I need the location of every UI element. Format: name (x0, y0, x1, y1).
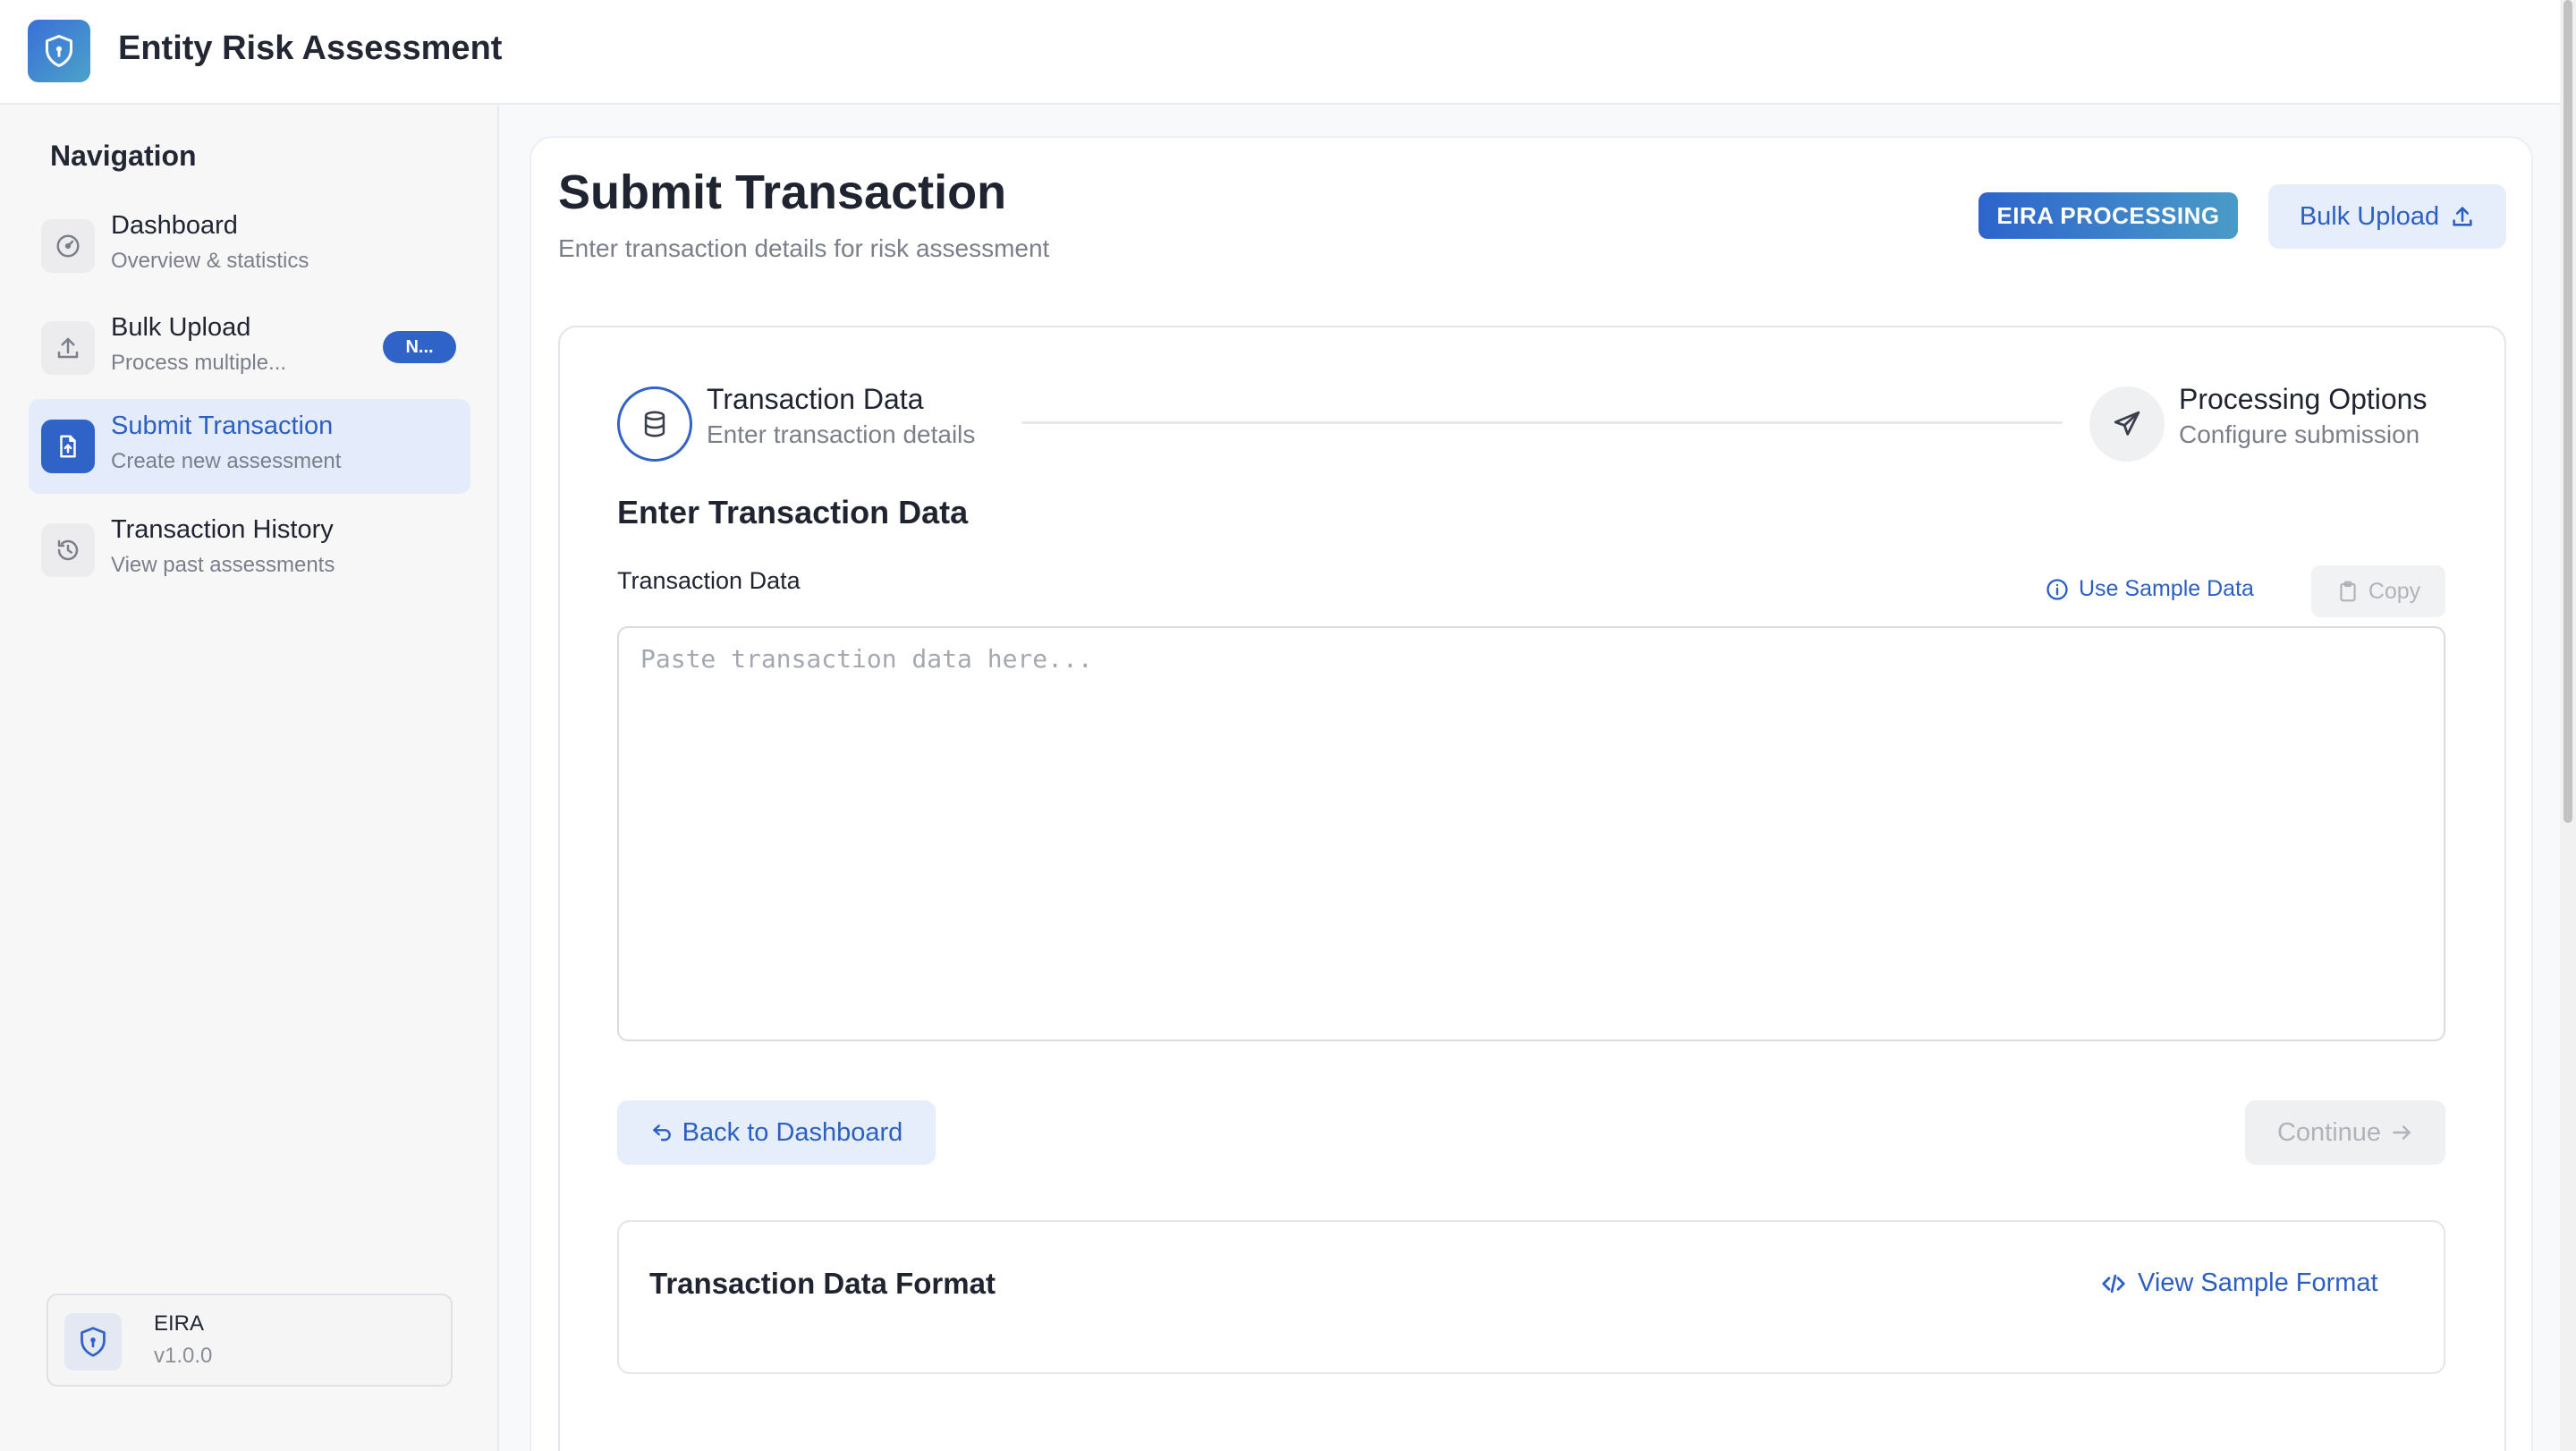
code-icon (2102, 1274, 2125, 1293)
back-to-dashboard-label: Back to Dashboard (682, 1117, 903, 1147)
app-title: Entity Risk Assessment (118, 30, 503, 67)
view-sample-format-link[interactable]: View Sample Format (2100, 1269, 2378, 1298)
sidebar-item-title: Submit Transaction (111, 412, 334, 440)
version-card: EIRA v1.0.0 (47, 1294, 453, 1387)
step-subtitle: Enter transaction details (707, 420, 976, 448)
history-icon (41, 523, 95, 577)
sidebar-item-subtitle: View past assessments (111, 553, 335, 577)
arrow-right-icon (2393, 1125, 2411, 1140)
step-title: Processing Options (2179, 383, 2428, 415)
sidebar-item-bulk-upload[interactable]: Bulk Upload Process multiple... N... (29, 301, 470, 395)
shield-icon[interactable] (28, 20, 90, 82)
sidebar: Navigation Dashboard Overview & statisti… (0, 106, 499, 1451)
notification-badge: N... (383, 331, 456, 363)
send-icon (2089, 386, 2165, 462)
step-title: Transaction Data (707, 383, 924, 415)
version-number: v1.0.0 (154, 1344, 213, 1368)
continue-button[interactable]: Continue (2245, 1100, 2445, 1165)
scrollbar-thumb[interactable] (2563, 0, 2572, 823)
sidebar-heading: Navigation (50, 140, 197, 172)
transaction-data-input[interactable] (617, 626, 2445, 1041)
bulk-upload-button[interactable]: Bulk Upload (2268, 184, 2506, 249)
sidebar-item-title: Transaction History (111, 515, 334, 544)
database-icon (617, 386, 692, 462)
app-header: Entity Risk Assessment (0, 0, 2560, 105)
info-icon (2046, 578, 2068, 600)
sidebar-item-subtitle: Process multiple... (111, 351, 287, 375)
gauge-icon (41, 219, 95, 273)
upload-icon (2453, 207, 2472, 226)
shield-icon (64, 1313, 122, 1370)
sidebar-item-dashboard[interactable]: Dashboard Overview & statistics (29, 199, 470, 293)
sidebar-item-submit-transaction[interactable]: Submit Transaction Create new assessment (29, 399, 470, 494)
sidebar-item-title: Bulk Upload (111, 313, 251, 342)
field-label: Transaction Data (617, 567, 801, 594)
clipboard-icon (2340, 581, 2356, 602)
page-scrollbar[interactable] (2560, 0, 2576, 1451)
use-sample-data-link[interactable]: Use Sample Data (2045, 576, 2254, 602)
copy-label: Copy (2368, 578, 2421, 604)
copy-button[interactable]: Copy (2311, 565, 2445, 617)
view-sample-format-label: View Sample Format (2138, 1269, 2378, 1297)
page-title: Submit Transaction (558, 165, 1007, 219)
data-format-card: Transaction Data Format View Sample Form… (617, 1220, 2445, 1374)
return-arrow-icon (652, 1124, 671, 1141)
sidebar-item-transaction-history[interactable]: Transaction History View past assessment… (29, 503, 470, 598)
page-subtitle: Enter transaction details for risk asses… (558, 234, 1050, 262)
bulk-upload-label: Bulk Upload (2299, 201, 2440, 231)
sidebar-item-subtitle: Create new assessment (111, 449, 342, 473)
use-sample-data-label: Use Sample Data (2079, 576, 2254, 601)
file-upload-icon (41, 420, 95, 473)
step-connector (1021, 421, 2063, 424)
sidebar-item-subtitle: Overview & statistics (111, 249, 309, 273)
upload-icon (41, 321, 95, 375)
continue-label: Continue (2276, 1117, 2382, 1147)
section-title: Enter Transaction Data (617, 494, 969, 530)
sidebar-item-title: Dashboard (111, 211, 238, 240)
format-card-title: Transaction Data Format (649, 1267, 996, 1300)
back-to-dashboard-button[interactable]: Back to Dashboard (617, 1100, 936, 1165)
product-name: EIRA (154, 1311, 205, 1336)
step-subtitle: Configure submission (2179, 420, 2420, 448)
status-badge: EIRA PROCESSING (1979, 192, 2238, 239)
